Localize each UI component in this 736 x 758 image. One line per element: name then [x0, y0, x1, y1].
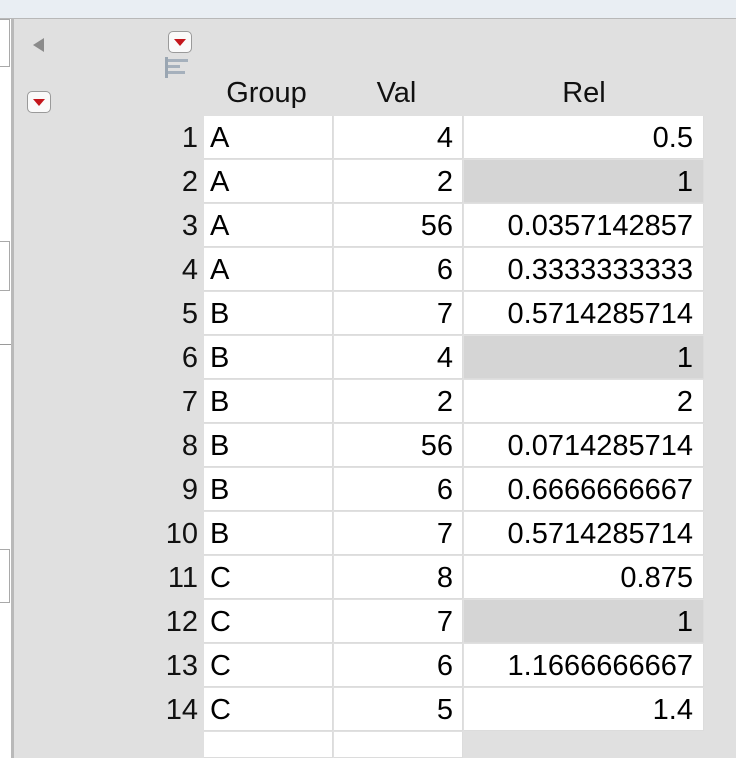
- row-number[interactable]: 11: [140, 556, 198, 600]
- cell-val[interactable]: 56: [334, 424, 463, 467]
- cell-group[interactable]: A: [204, 204, 333, 247]
- table-row[interactable]: 11 C 8 0.875: [0, 556, 736, 600]
- cell-rel[interactable]: 0.3333333333: [464, 248, 704, 291]
- row-number[interactable]: 10: [140, 512, 198, 556]
- data-grid: Group Val Rel 1 A 4 0.5 2 A 2 1 3 A 56 0.0357142857…: [0, 0, 736, 758]
- row-number[interactable]: 3: [140, 204, 198, 248]
- cell-val[interactable]: 56: [334, 204, 463, 247]
- cell-val[interactable]: 2: [334, 380, 463, 423]
- cell-rel[interactable]: 2: [464, 380, 704, 423]
- row-number[interactable]: 14: [140, 688, 198, 732]
- cell-rel[interactable]: 0.875: [464, 556, 704, 599]
- cell-rel[interactable]: 0.0357142857: [464, 204, 704, 247]
- cell-group[interactable]: B: [204, 292, 333, 335]
- row-number[interactable]: 2: [140, 160, 198, 204]
- cell-val[interactable]: 7: [334, 292, 463, 335]
- cell-group[interactable]: C: [204, 600, 333, 643]
- cell-group[interactable]: C: [204, 644, 333, 687]
- cell-group[interactable]: B: [204, 424, 333, 467]
- cell-val[interactable]: 6: [334, 248, 463, 291]
- cell-val[interactable]: 8: [334, 556, 463, 599]
- table-row[interactable]: 5 B 7 0.5714285714: [0, 292, 736, 336]
- cell-rel[interactable]: 1.4: [464, 688, 704, 731]
- row-number[interactable]: 6: [140, 336, 198, 380]
- cell-group[interactable]: B: [204, 336, 333, 379]
- row-number[interactable]: 8: [140, 424, 198, 468]
- table-row[interactable]: 13 C 6 1.1666666667: [0, 644, 736, 688]
- column-header-group[interactable]: Group: [204, 73, 329, 113]
- cell-val[interactable]: 4: [334, 336, 463, 379]
- cell-rel[interactable]: 0.0714285714: [464, 424, 704, 467]
- row-number[interactable]: 12: [140, 600, 198, 644]
- table-row[interactable]: 2A21: [0, 160, 736, 204]
- cell-group[interactable]: B: [204, 380, 333, 423]
- empty-cell[interactable]: [334, 732, 463, 758]
- table-row[interactable]: 12 C 7 1: [0, 600, 736, 644]
- table-row[interactable]: 3 A 56 0.0357142857: [0, 204, 736, 248]
- cell-val[interactable]: 7: [334, 600, 463, 643]
- table-row[interactable]: 9 B 6 0.6666666667: [0, 468, 736, 512]
- cell-group[interactable]: B: [204, 468, 333, 511]
- cell-rel[interactable]: 1.1666666667: [464, 644, 704, 687]
- cell-group[interactable]: A: [204, 116, 333, 159]
- column-header-val[interactable]: Val: [334, 73, 459, 113]
- row-number[interactable]: 5: [140, 292, 198, 336]
- row-number[interactable]: 9: [140, 468, 198, 512]
- column-header-rel[interactable]: Rel: [464, 73, 704, 113]
- table-row[interactable]: 8 B 56 0.0714285714: [0, 424, 736, 468]
- table-row[interactable]: 6B41: [0, 336, 736, 380]
- cell-rel[interactable]: 1: [464, 160, 704, 203]
- row-number[interactable]: 4: [140, 248, 198, 292]
- row-number[interactable]: 1: [140, 116, 198, 160]
- table-row[interactable]: 1 A 4 0.5: [0, 116, 736, 160]
- table-row[interactable]: 10 B 7 0.5714285714: [0, 512, 736, 556]
- empty-cell[interactable]: [204, 732, 333, 758]
- cell-val[interactable]: 2: [334, 160, 463, 203]
- row-number[interactable]: 13: [140, 644, 198, 688]
- cell-rel[interactable]: 1: [464, 336, 704, 379]
- cell-group[interactable]: A: [204, 248, 333, 291]
- table-row[interactable]: 7B22: [0, 380, 736, 424]
- cell-group[interactable]: C: [204, 688, 333, 731]
- cell-rel[interactable]: 1: [464, 600, 704, 643]
- table-row[interactable]: 14 C 5 1.4: [0, 688, 736, 732]
- table-row-empty: [0, 732, 736, 758]
- cell-val[interactable]: 4: [334, 116, 463, 159]
- cell-rel[interactable]: 0.5714285714: [464, 512, 704, 555]
- cell-group[interactable]: A: [204, 160, 333, 203]
- cell-val[interactable]: 6: [334, 644, 463, 687]
- cell-rel[interactable]: 0.6666666667: [464, 468, 704, 511]
- cell-val[interactable]: 6: [334, 468, 463, 511]
- cell-group[interactable]: C: [204, 556, 333, 599]
- cell-group[interactable]: B: [204, 512, 333, 555]
- table-row[interactable]: 4 A 6 0.3333333333: [0, 248, 736, 292]
- cell-val[interactable]: 7: [334, 512, 463, 555]
- cell-val[interactable]: 5: [334, 688, 463, 731]
- cell-rel[interactable]: 0.5: [464, 116, 704, 159]
- cell-rel[interactable]: 0.5714285714: [464, 292, 704, 335]
- row-number[interactable]: 7: [140, 380, 198, 424]
